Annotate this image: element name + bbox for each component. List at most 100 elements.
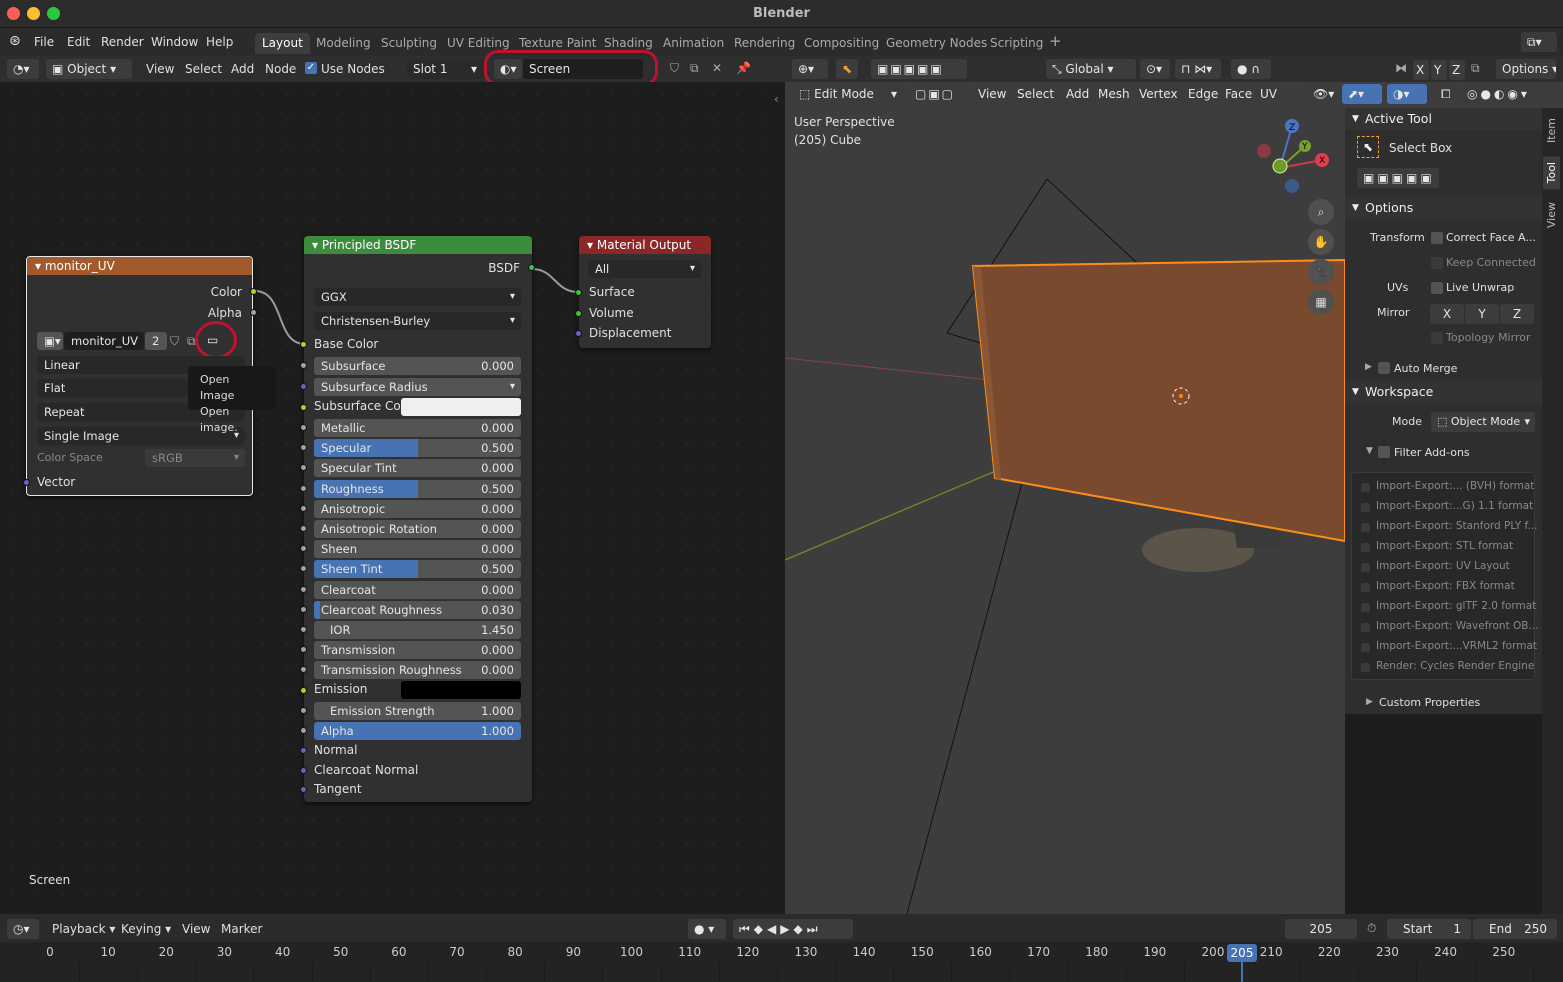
tangent-socket[interactable]: [300, 786, 307, 793]
xray-icon[interactable]: ⧠: [1435, 84, 1457, 104]
unlink-material-icon[interactable]: ✕: [712, 61, 722, 75]
playback-controls[interactable]: ⏮◆◀▶◆⏭: [733, 919, 853, 939]
alpha-output-socket[interactable]: [250, 309, 257, 316]
scene-selector-icon[interactable]: ⧉▾: [1521, 32, 1557, 52]
subsurface-radius-dropdown[interactable]: Subsurface Radius ▾: [314, 378, 521, 396]
bsdf-input-socket[interactable]: [300, 525, 307, 532]
bsdf-input-socket[interactable]: [300, 484, 307, 492]
axis-x-toggle[interactable]: X: [1413, 60, 1429, 80]
overlay-icon[interactable]: ◑▾: [1387, 84, 1427, 104]
bsdf-input-socket[interactable]: [300, 504, 307, 512]
alpha-field[interactable]: Alpha 1.000: [314, 722, 521, 740]
node-menu-view[interactable]: View: [146, 62, 174, 76]
vector-input-socket[interactable]: [23, 479, 30, 486]
bsdf-input-socket[interactable]: [300, 585, 307, 593]
image-node-header[interactable]: ▾ monitor_UV: [27, 257, 252, 275]
bsdf-input-socket[interactable]: [300, 444, 307, 452]
pin-icon[interactable]: 📌: [736, 61, 751, 75]
playhead-frame-badge[interactable]: 205: [1227, 944, 1257, 962]
addon-checkbox[interactable]: [1361, 523, 1370, 532]
tab-compositing[interactable]: Compositing: [797, 33, 886, 54]
view3d-menu-vertex[interactable]: Vertex: [1133, 84, 1184, 104]
camera-view-icon[interactable]: 🎥: [1308, 259, 1334, 285]
sidebar-toggle-icon[interactable]: ‹: [774, 92, 779, 106]
mirror-x-button[interactable]: X: [1430, 304, 1464, 324]
mirror-z-button[interactable]: Z: [1500, 304, 1534, 324]
subsurface-radius-socket[interactable]: [300, 383, 307, 390]
view3d-menu-view[interactable]: View: [972, 84, 1013, 104]
volume-socket[interactable]: [575, 310, 582, 317]
mirror-y-button[interactable]: Y: [1465, 304, 1499, 324]
principled-bsdf-node[interactable]: ▾ Principled BSDF BSDF GGX ▾ Christensen-…: [300, 236, 535, 802]
bsdf-field[interactable]: Clearcoat 0.000: [314, 580, 521, 599]
tab-sculpting[interactable]: Sculpting: [374, 33, 444, 54]
visibility-icon[interactable]: 👁▾: [1307, 84, 1337, 104]
bsdf-input-socket[interactable]: [300, 626, 307, 633]
view3d-menu-face[interactable]: Face: [1219, 84, 1259, 104]
tab-animation[interactable]: Animation: [656, 33, 731, 54]
bsdf-input-socket[interactable]: [300, 464, 307, 472]
timeline-ruler[interactable]: 0 10 20 30 40 50 60 70 80 90 100 110 120 130 140 150 160…: [0, 942, 1563, 982]
emission-strength-field[interactable]: Emission Strength 1.000: [314, 702, 521, 720]
active-tool-panel-header[interactable]: ▼ Active Tool: [1345, 108, 1542, 130]
image-name-field[interactable]: monitor_UV: [64, 332, 144, 350]
slot-dropdown[interactable]: Slot 1 ▾: [407, 59, 483, 79]
node-editor-canvas[interactable]: ▾ monitor_UV Color Alpha ▣▾ monitor_UV 2…: [0, 82, 785, 914]
3d-viewport[interactable]: User Perspective (205) Cube Z X Y ⌕ ✋ 🎥 …: [785, 108, 1345, 914]
timeline-view-menu[interactable]: View: [182, 922, 210, 936]
bsdf-field[interactable]: Anisotropic Rotation 0.000: [314, 520, 521, 538]
distribution-dropdown[interactable]: GGX ▾: [314, 288, 521, 306]
render-target-dropdown[interactable]: All ▾: [588, 260, 701, 278]
keep-connected-checkbox[interactable]: [1431, 257, 1443, 269]
minimize-window-button[interactable]: [27, 7, 40, 20]
axis-y-toggle[interactable]: Y: [1431, 60, 1447, 80]
addon-checkbox[interactable]: [1361, 503, 1370, 512]
tab-modeling[interactable]: Modeling: [309, 33, 378, 54]
subsurface-color-swatch[interactable]: [401, 398, 521, 416]
tab-view[interactable]: View: [1545, 202, 1558, 228]
view3d-menu-select[interactable]: Select: [1011, 84, 1061, 104]
uv-sync-icon[interactable]: ⧉: [1471, 61, 1480, 76]
bsdf-field[interactable]: IOR 1.450: [314, 621, 521, 639]
shader-type-dropdown[interactable]: ▣ Object ▾: [46, 59, 132, 79]
bsdf-field[interactable]: Sheen 0.000: [314, 540, 521, 559]
tab-rendering[interactable]: Rendering: [727, 33, 802, 54]
fake-user-icon[interactable]: ⛉: [670, 61, 679, 76]
close-window-button[interactable]: [7, 7, 20, 20]
view3d-menu-uv[interactable]: UV: [1254, 84, 1283, 104]
bsdf-field[interactable]: Transmission Roughness 0.000: [314, 661, 521, 680]
bsdf-output-socket[interactable]: [528, 264, 535, 271]
subsurface-color-socket[interactable]: [300, 404, 307, 411]
snap-icon[interactable]: ⊓ ⋈▾: [1175, 59, 1221, 79]
pan-hand-icon[interactable]: ✋: [1308, 229, 1334, 255]
workspace-mode-dropdown[interactable]: ⬚ Object Mode ▾: [1431, 412, 1535, 432]
timeline-editor-type-icon[interactable]: ◷▾: [7, 919, 39, 939]
end-frame-field[interactable]: End 250: [1473, 919, 1557, 939]
material-output-node[interactable]: ▾ Material Output All ▾ Surface Volume Di…: [575, 236, 711, 348]
timeline-marker-menu[interactable]: Marker: [221, 922, 262, 936]
select-box-tool-icon[interactable]: ⬉: [1357, 136, 1379, 158]
menu-window[interactable]: Window: [151, 35, 198, 49]
select-tool-icon[interactable]: ⬉: [836, 59, 858, 79]
tab-geometry-nodes[interactable]: Geometry Nodes: [879, 33, 994, 54]
menu-render[interactable]: Render: [101, 35, 144, 49]
bsdf-field[interactable]: Sheen Tint 0.500: [314, 560, 521, 579]
preview-range-icon[interactable]: ⏱: [1367, 921, 1376, 936]
addon-checkbox[interactable]: [1361, 543, 1370, 552]
surface-socket[interactable]: [575, 289, 582, 296]
bsdf-input-socket[interactable]: [300, 545, 307, 553]
menu-file[interactable]: File: [34, 35, 54, 49]
options-panel-header[interactable]: ▼ Options: [1345, 197, 1542, 219]
zoom-icon[interactable]: ⌕: [1308, 199, 1334, 225]
view3d-editor-type-icon[interactable]: ⊕▾: [792, 59, 828, 79]
addon-checkbox[interactable]: [1361, 623, 1370, 632]
addon-checkbox[interactable]: [1361, 483, 1370, 492]
mirror-icon[interactable]: ⧓: [1395, 61, 1407, 75]
tab-layout[interactable]: Layout: [255, 33, 310, 54]
auto-merge-checkbox[interactable]: [1378, 362, 1390, 374]
shading-mode-icons[interactable]: ◎●◐◉▾: [1461, 84, 1557, 104]
view3d-menu-edge[interactable]: Edge: [1182, 84, 1225, 104]
keying-menu[interactable]: Keying ▾: [121, 922, 171, 936]
emission-color-swatch[interactable]: [401, 681, 521, 699]
navigation-gizmo[interactable]: Z X Y: [1250, 118, 1330, 198]
